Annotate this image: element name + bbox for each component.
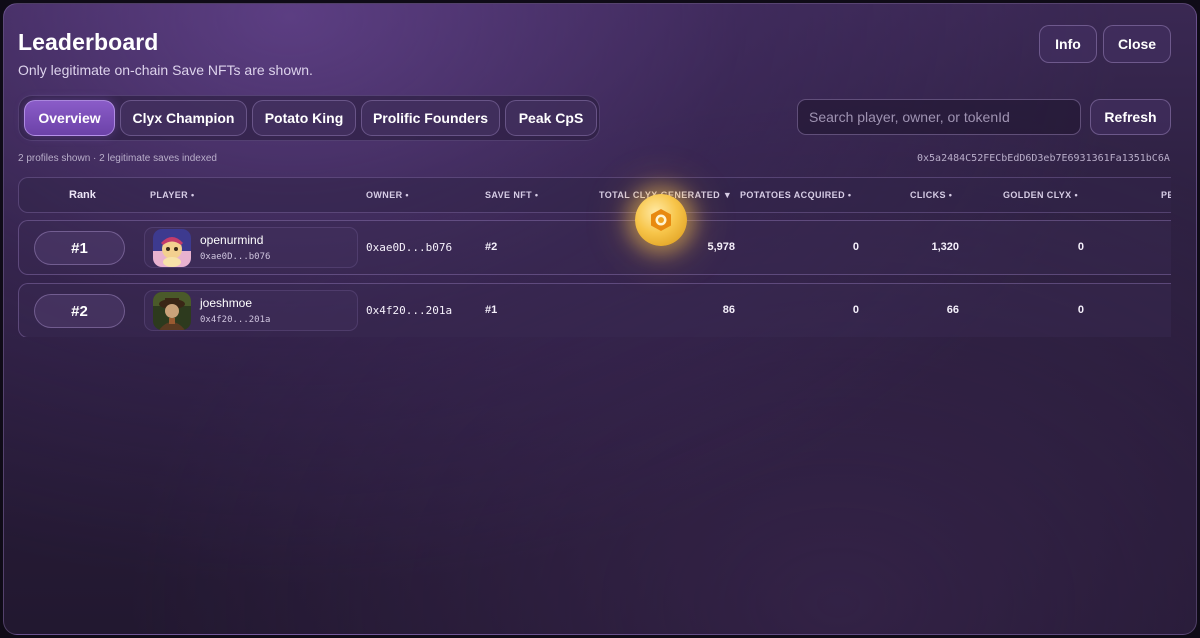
save-nft-id[interactable]: #1 [485,304,497,316]
player-address: 0x4f20...201a [200,315,271,325]
golden-clyx-coin-icon[interactable] [635,194,687,246]
rank-badge: #2 [34,294,125,328]
save-nft-id[interactable]: #2 [485,241,497,253]
player-card[interactable]: joeshmoe 0x4f20...201a [144,290,358,331]
golden-clyx-value: 0 [1077,304,1084,316]
player-address: 0xae0D...b076 [200,252,271,262]
column-header-potatoes[interactable]: POTATOES ACQUIRED • [740,190,851,200]
clicks-value: 66 [946,304,959,316]
column-header-owner[interactable]: OWNER • [366,190,409,200]
column-header-clicks[interactable]: CLICKS • [910,190,952,200]
avatar [153,229,191,267]
close-button[interactable]: Close [1103,25,1171,63]
rank-badge: #1 [34,231,125,265]
leaderboard-table: Rank PLAYER • OWNER • SAVE NFT • TOTAL C… [18,177,1171,337]
info-button[interactable]: Info [1039,25,1097,63]
page-subtitle: Only legitimate on-chain Save NFTs are s… [18,62,313,78]
table-row[interactable]: #1 openurmind 0xae0D...b076 0xae0D...b07… [18,220,1171,275]
golden-clyx-value: 0 [1077,241,1084,253]
tab-prolific-founders[interactable]: Prolific Founders [361,100,500,136]
column-header-save-nft[interactable]: SAVE NFT • [485,190,539,200]
leaderboard-panel: Leaderboard Only legitimate on-chain Sav… [3,3,1197,635]
search-input[interactable] [797,99,1081,135]
tab-overview[interactable]: Overview [24,100,115,136]
tab-peak-cps[interactable]: Peak CpS [505,100,597,136]
player-name: joeshmoe [200,296,253,310]
potatoes-value: 0 [852,304,859,316]
column-header-golden-clyx[interactable]: GOLDEN CLYX • [1003,190,1078,200]
tab-potato-king[interactable]: Potato King [252,100,356,136]
player-card[interactable]: openurmind 0xae0D...b076 [144,227,358,268]
profiles-summary: 2 profiles shown · 2 legitimate saves in… [18,153,217,164]
avatar [153,292,191,330]
column-header-peak[interactable]: PE [1161,190,1171,200]
tab-bar: Overview Clyx Champion Potato King Proli… [18,95,600,141]
player-name: openurmind [200,233,264,247]
refresh-button[interactable]: Refresh [1090,99,1171,135]
total-clyx-value: 86 [722,304,735,316]
owner-address[interactable]: 0x4f20...201a [366,304,452,317]
contract-address: 0x5a2484C52FECbEdD6D3eb7E6931361Fa1351bC… [917,153,1170,164]
column-header-rank[interactable]: Rank [69,189,96,201]
potatoes-value: 0 [852,241,859,253]
column-header-player[interactable]: PLAYER • [150,190,195,200]
owner-address[interactable]: 0xae0D...b076 [366,241,452,254]
clicks-value: 1,320 [931,241,959,253]
table-header: Rank PLAYER • OWNER • SAVE NFT • TOTAL C… [18,177,1171,213]
table-row[interactable]: #2 joeshmoe 0x4f20...201a 0x4f20...201a … [18,283,1171,337]
tab-clyx-champion[interactable]: Clyx Champion [120,100,247,136]
page-title: Leaderboard [18,29,159,55]
